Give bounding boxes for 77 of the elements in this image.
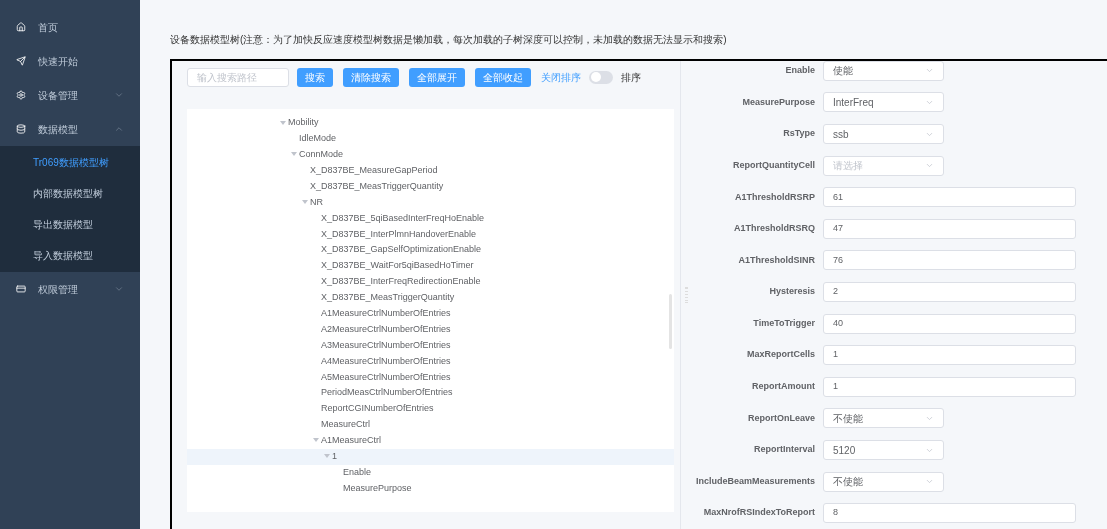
toggle-switch[interactable] — [589, 70, 613, 84]
tree-node[interactable]: A4MeasureCtrlNumberOfEntries — [321, 354, 451, 369]
tree-node[interactable]: A1MeasureCtrl — [321, 434, 382, 448]
field-label: ReportQuantityCell — [732, 158, 816, 172]
field-label: A1ThresholdRSRP — [734, 190, 816, 204]
field-label: RsType — [782, 127, 816, 141]
select-field[interactable]: 5120 — [823, 440, 944, 460]
tree-node[interactable]: Enable — [343, 465, 372, 480]
field-label: ReportInterval — [753, 443, 816, 457]
database-icon — [16, 124, 26, 134]
select-field[interactable]: 使能 — [823, 60, 944, 81]
tree-node[interactable]: Mobility — [288, 116, 319, 130]
caret-icon[interactable] — [279, 120, 286, 126]
select-field[interactable]: 不使能 — [823, 408, 944, 429]
select-field[interactable]: 不使能 — [823, 471, 944, 492]
sidebar-item[interactable]: 设备管理 — [0, 78, 140, 112]
page-title: 设备数据模型树(注意：为了加快反应速度模型树数据是懒加载，每次加载的子树深度可以控制，未加载的数据无法显示和搜索) — [170, 33, 727, 48]
input-field[interactable]: 76 — [823, 250, 1076, 271]
input-field[interactable]: 61 — [823, 187, 1076, 208]
field-label: MaxReportCells — [745, 348, 816, 362]
input-field[interactable]: 47 — [823, 218, 1076, 239]
input-field[interactable]: 1 — [823, 376, 1076, 397]
tree-node[interactable]: ReportCGINumberOfEntries — [321, 402, 434, 416]
field-label: TimeToTrigger — [752, 316, 816, 330]
input-field[interactable]: 40 — [823, 313, 1076, 334]
submenu-item[interactable]: 内部数据模型树 — [0, 178, 140, 209]
tree-node[interactable]: X_D837BE_MeasTriggerQuantity — [310, 179, 444, 194]
input-field[interactable]: 8 — [823, 503, 1076, 524]
tree-node[interactable]: MeasureCtrl — [321, 418, 370, 432]
card-icon — [16, 284, 26, 294]
tree-node[interactable]: A1MeasureCtrlNumberOfEntries — [321, 306, 451, 321]
caret-icon[interactable] — [301, 200, 308, 205]
field-label: Enable — [784, 64, 816, 78]
submenu-item[interactable]: 导出数据模型 — [0, 209, 140, 240]
home-icon — [16, 22, 26, 32]
tree-node[interactable]: NR — [310, 195, 323, 210]
caret-icon[interactable] — [323, 454, 330, 460]
sort-on-label: 排序 — [621, 70, 641, 85]
caret-icon[interactable] — [312, 438, 319, 444]
tree-node[interactable]: PeriodMeasCtrlNumberOfEntries — [321, 386, 453, 400]
tree-node[interactable]: X_D837BE_5qiBasedInterFreqHoEnable — [321, 211, 485, 226]
field-label: MeasurePurpose — [741, 95, 816, 109]
tree-node[interactable]: A5MeasureCtrlNumberOfEntries — [321, 370, 451, 385]
field-label: Hysteresis — [768, 285, 816, 299]
submenu-item[interactable]: Tr069数据模型树 — [0, 147, 140, 178]
sidebar-item[interactable]: 快速开始 — [0, 44, 140, 78]
tree-node[interactable]: ConnMode — [299, 148, 344, 162]
field-label: ReportOnLeave — [746, 411, 816, 425]
select-field[interactable]: ssb — [823, 124, 944, 145]
sidebar-item[interactable]: 数据模型 — [0, 112, 140, 146]
tree-node[interactable]: A3MeasureCtrlNumberOfEntries — [321, 338, 451, 353]
tree-node[interactable]: X_D837BE_InterFreqRedirectionEnable — [321, 275, 481, 289]
field-label: A1ThresholdSINR — [737, 253, 816, 267]
paper-plane-icon — [16, 56, 26, 66]
chevron-icon — [925, 98, 934, 107]
tree-node[interactable]: A2MeasureCtrlNumberOfEntries — [321, 322, 451, 337]
sidebar-item[interactable]: 首页 — [0, 10, 140, 44]
tree-node[interactable]: X_D837BE_InterPlmnHandoverEnable — [321, 227, 477, 241]
tree-node[interactable]: X_D837BE_MeasTriggerQuantity — [321, 291, 455, 305]
caret-icon[interactable] — [290, 152, 297, 158]
field-label: MaxNrofRSIndexToReport — [702, 506, 816, 520]
tree-node[interactable]: 1 — [332, 450, 337, 464]
sort-off-label: 关闭排序 — [541, 70, 581, 85]
tree-node[interactable]: X_D837BE_GapSelfOptimizationEnable — [321, 243, 482, 257]
input-field[interactable]: 1 — [823, 345, 1076, 366]
tree-node[interactable]: MeasurePurpose — [343, 481, 412, 496]
input-field[interactable]: 2 — [823, 282, 1076, 303]
field-label: ReportAmount — [751, 380, 816, 394]
tree-node[interactable]: IdleMode — [299, 132, 337, 146]
select-field[interactable]: InterFreq — [823, 92, 944, 113]
tree-node[interactable]: X_D837BE_WaitFor5qiBasedHoTimer — [321, 259, 474, 273]
field-label: IncludeBeamMeasurements — [694, 474, 816, 488]
field-label: A1ThresholdRSRQ — [733, 222, 816, 236]
settings-icon — [16, 90, 26, 100]
sidebar-item[interactable]: 权限管理 — [0, 272, 140, 306]
submenu-item[interactable]: 导入数据模型 — [0, 240, 140, 271]
tree-node[interactable]: X_D837BE_MeasureGapPeriod — [310, 163, 438, 178]
